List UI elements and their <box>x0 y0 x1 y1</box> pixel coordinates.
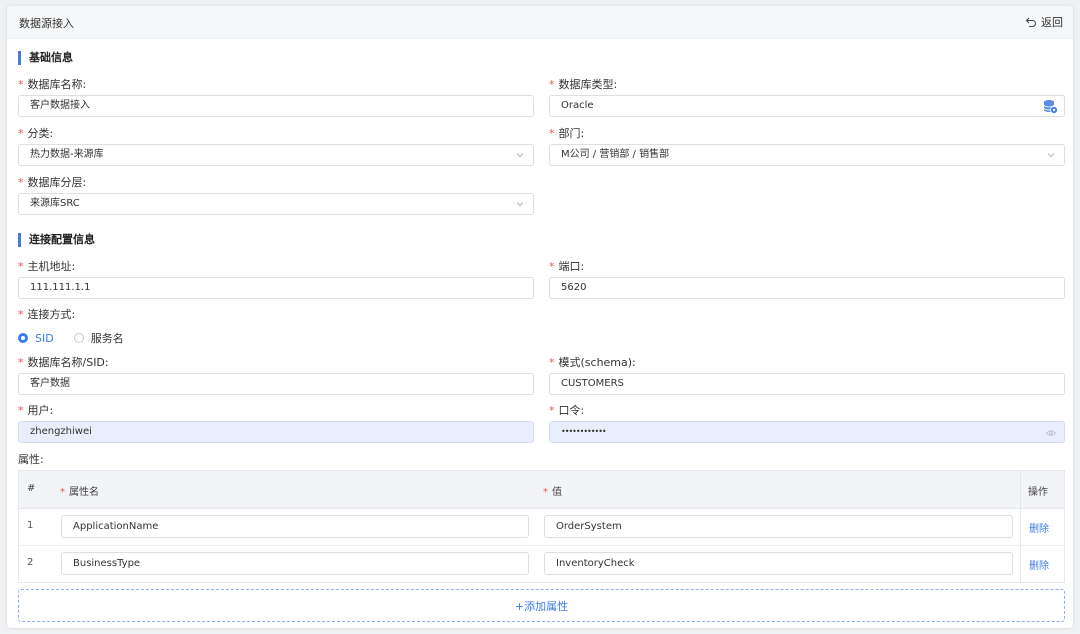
back-button[interactable]: 返回 <box>1025 14 1063 30</box>
sid-input[interactable]: 客户数据 <box>18 373 534 395</box>
section-title-basic: 基础信息 <box>18 51 73 65</box>
conn-mode-radio-group: SID 服务名 <box>18 330 124 346</box>
port-input[interactable]: 5620 <box>549 277 1065 299</box>
db-type-label: * 数据库类型: <box>549 78 618 91</box>
th-name: * 属性名 <box>60 487 99 498</box>
table-row: 2 BusinessType InventoryCheck 删除 <box>19 545 1064 582</box>
db-layer-select[interactable]: 来源库SRC <box>18 193 534 215</box>
properties-table: # * 属性名 * 值 操作 1 ApplicationName OrderSyst… <box>18 470 1065 583</box>
sid-label: * 数据库名称/SID: <box>18 356 109 369</box>
properties-label: 属性: <box>18 453 44 466</box>
host-input[interactable]: 111.111.1.1 <box>18 277 534 299</box>
add-property-button[interactable]: +添加属性 <box>18 589 1065 622</box>
password-label: * 口令: <box>549 404 585 417</box>
radio-service-name[interactable] <box>73 333 84 343</box>
radio-sid[interactable] <box>18 333 28 343</box>
category-value: 热力数据-来源库 <box>30 149 104 160</box>
db-layer-value: 来源库SRC <box>30 198 80 209</box>
row-index: 2 <box>27 557 34 568</box>
radio-service-name-label[interactable]: 服务名 <box>91 330 124 346</box>
radio-sid-label[interactable]: SID <box>35 332 54 345</box>
property-value-input[interactable]: OrderSystem <box>544 515 1013 538</box>
user-label: * 用户: <box>18 404 54 417</box>
property-value-input[interactable]: InventoryCheck <box>544 552 1013 575</box>
db-layer-label: * 数据库分层: <box>18 176 87 189</box>
password-input[interactable]: •••••••••••• <box>549 421 1065 443</box>
department-value: M公司 / 营销部 / 销售部 <box>561 149 670 160</box>
db-type-select[interactable]: Oracle <box>549 95 1065 117</box>
section-title-connection: 连接配置信息 <box>18 233 95 247</box>
property-name-input[interactable]: BusinessType <box>61 552 529 575</box>
table-header: # * 属性名 * 值 操作 <box>19 471 1064 509</box>
page-title: 数据源接入 <box>19 17 74 30</box>
eye-icon[interactable] <box>1046 428 1056 438</box>
department-label: * 部门: <box>549 127 585 140</box>
password-value: •••••••••••• <box>561 427 607 436</box>
card-header: 数据源接入 返回 <box>7 6 1073 39</box>
category-label: * 分类: <box>18 127 54 140</box>
table-row: 1 ApplicationName OrderSystem 删除 <box>19 508 1064 546</box>
return-icon <box>1025 17 1036 27</box>
chevron-down-icon <box>516 202 524 207</box>
conn-mode-label: * 连接方式: <box>18 308 76 321</box>
back-label: 返回 <box>1041 16 1063 29</box>
schema-label: * 模式(schema): <box>549 356 636 369</box>
db-name-label: * 数据库名称: <box>18 78 87 91</box>
delete-row-link[interactable]: 删除 <box>1029 520 1049 535</box>
delete-row-link[interactable]: 删除 <box>1029 557 1049 572</box>
database-icon <box>1043 100 1058 114</box>
th-index: # <box>27 483 36 494</box>
th-value: * 值 <box>543 487 562 498</box>
port-label: * 端口: <box>549 260 585 273</box>
user-input[interactable]: zhengzhiwei <box>18 421 534 443</box>
data-source-form-card: 数据源接入 返回 基础信息 * 数据库名称: 客户数据接入 * 数据库类型: Ora… <box>7 6 1073 628</box>
host-label: * 主机地址: <box>18 260 76 273</box>
row-index: 1 <box>27 520 34 531</box>
db-type-value: Oracle <box>561 100 594 111</box>
schema-input[interactable]: CUSTOMERS <box>549 373 1065 395</box>
chevron-down-icon <box>1047 153 1055 158</box>
db-name-input[interactable]: 客户数据接入 <box>18 95 534 117</box>
chevron-down-icon <box>516 153 524 158</box>
department-select[interactable]: M公司 / 营销部 / 销售部 <box>549 144 1065 166</box>
property-name-input[interactable]: ApplicationName <box>61 515 529 538</box>
category-select[interactable]: 热力数据-来源库 <box>18 144 534 166</box>
th-action: 操作 <box>1028 487 1048 498</box>
